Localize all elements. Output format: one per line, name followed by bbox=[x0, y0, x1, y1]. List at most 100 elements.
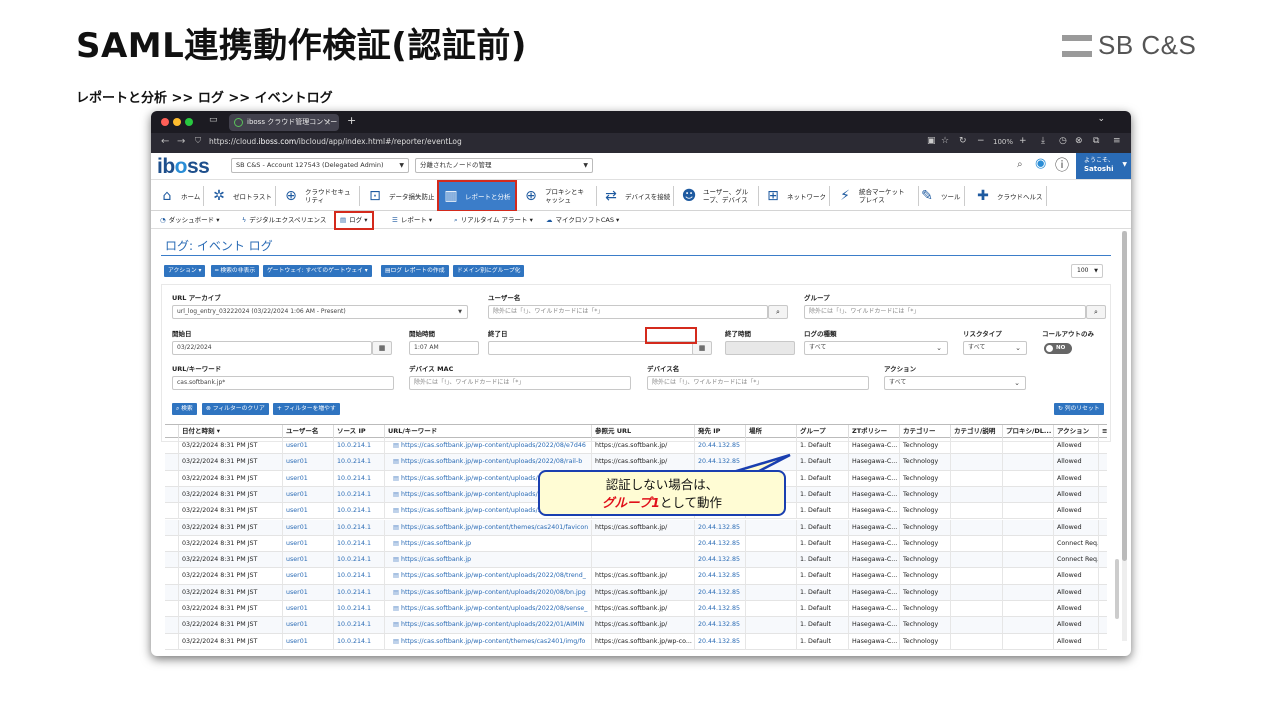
zoom-in-icon[interactable]: + bbox=[1019, 136, 1027, 146]
group-input[interactable]: 除外には「!」、ワイルドカードには「*」 bbox=[804, 305, 1086, 319]
account-select[interactable]: SB C&S - Account 127543 (Delegated Admin… bbox=[231, 158, 409, 173]
cell-user[interactable]: user01 bbox=[283, 535, 334, 552]
node-select[interactable]: 分離されたノードの管理 ▼ bbox=[415, 158, 593, 173]
cell-user[interactable]: user01 bbox=[283, 617, 334, 634]
cell-dst[interactable]: 20.44.132.85 bbox=[695, 438, 746, 454]
cell-ip[interactable]: 10.0.214.1 bbox=[334, 486, 385, 503]
device-mac-input[interactable]: 除外には「!」、ワイルドカードには「*」 bbox=[409, 376, 631, 390]
close-window-icon[interactable] bbox=[161, 118, 169, 126]
col-location[interactable]: 場所 bbox=[746, 425, 797, 439]
table-row[interactable]: 03/22/2024 8:31 PM JST user01 10.0.214.1 ▤ … bbox=[165, 519, 1107, 536]
table-row[interactable]: 03/22/2024 8:31 PM JST user01 10.0.214.1 ▤ … bbox=[165, 454, 1107, 471]
cell-user[interactable]: user01 bbox=[283, 438, 334, 454]
hide-search-button[interactable]: ━ 検索の非表示 bbox=[211, 265, 260, 277]
table-row[interactable]: 03/22/2024 8:31 PM JST user01 10.0.214.1 ▤ … bbox=[165, 617, 1107, 634]
cell-ip[interactable]: 10.0.214.1 bbox=[334, 584, 385, 601]
translate-icon[interactable]: ▣ bbox=[927, 136, 936, 146]
url-keyword-input[interactable]: cas.softbank.jp* bbox=[172, 376, 394, 390]
cell-ip[interactable]: 10.0.214.1 bbox=[334, 470, 385, 487]
cell-user[interactable]: user01 bbox=[283, 601, 334, 617]
cell-url[interactable]: ▤ https://cas.softbank.jp bbox=[385, 535, 592, 552]
cell-dst[interactable]: 20.44.132.85 bbox=[695, 454, 746, 471]
cell-ip[interactable]: 10.0.214.1 bbox=[334, 568, 385, 585]
start-date-calendar-button[interactable]: ▦ bbox=[372, 341, 392, 355]
table-row[interactable]: 03/22/2024 8:31 PM JST user01 10.0.214.1 ▤ … bbox=[165, 601, 1107, 618]
table-row[interactable]: 03/22/2024 8:31 PM JST user01 10.0.214.1 ▤ … bbox=[165, 535, 1107, 553]
iboss-logo[interactable]: iboss bbox=[157, 155, 210, 179]
cell-dst[interactable]: 20.44.132.85 bbox=[695, 601, 746, 617]
cell-dst[interactable]: 20.44.132.85 bbox=[695, 535, 746, 552]
url-archive-select[interactable]: url_log_entry_03222024 (03/22/2024 1:06 … bbox=[172, 305, 468, 319]
user-menu[interactable]: ようこそ、 Satoshi ▼ bbox=[1076, 153, 1131, 179]
download-icon[interactable]: ⤓ bbox=[1041, 136, 1045, 146]
table-row[interactable]: 03/22/2024 8:31 PM JST user01 10.0.214.1 ▤ … bbox=[165, 584, 1107, 601]
url-text[interactable]: https://cas.softbank.jp bbox=[401, 556, 471, 563]
cell-dst[interactable]: 20.44.132.85 bbox=[695, 617, 746, 634]
cell-url[interactable]: ▤ https://cas.softbank.jp/wp-content/the… bbox=[385, 633, 592, 650]
cell-dst[interactable]: 20.44.132.85 bbox=[695, 584, 746, 601]
cell-url[interactable]: ▤ https://cas.softbank.jp/wp-content/upl… bbox=[385, 454, 592, 471]
search-icon[interactable]: ⌕ bbox=[1017, 159, 1023, 170]
page-scrollbar[interactable] bbox=[1122, 231, 1127, 641]
gateway-button[interactable]: ゲートウェイ: すべてのゲートウェイ ▾ bbox=[263, 265, 372, 277]
nav-dlp[interactable]: ⊡ データ損失防止 bbox=[365, 180, 434, 212]
cell-url[interactable]: ▤ https://cas.softbank.jp/wp-content/the… bbox=[385, 519, 592, 536]
cell-user[interactable]: user01 bbox=[283, 584, 334, 601]
url-text[interactable]: https://cas.softbank.jp/wp-content/uploa… bbox=[401, 605, 587, 612]
actions-button[interactable]: アクション ▾ bbox=[164, 265, 206, 277]
zoom-level[interactable]: 100% bbox=[993, 138, 1013, 146]
nav-reports[interactable]: ▥ レポートと分析 bbox=[437, 180, 517, 212]
search-button[interactable]: ⌕ 検索 bbox=[172, 403, 197, 415]
more-filters-button[interactable]: + フィルターを増やす bbox=[273, 403, 340, 415]
cell-ip[interactable]: 10.0.214.1 bbox=[334, 601, 385, 617]
column-menu-icon[interactable]: ≡ bbox=[1099, 425, 1107, 439]
device-name-input[interactable]: 除外には「!」、ワイルドカードには「*」 bbox=[647, 376, 869, 390]
tab-overflow-icon[interactable]: ⌄ bbox=[1097, 114, 1105, 124]
cell-ip[interactable]: 10.0.214.1 bbox=[334, 438, 385, 454]
cell-url[interactable]: ▤ https://cas.softbank.jp/wp-content/upl… bbox=[385, 584, 592, 601]
cell-url[interactable]: ▤ https://cas.softbank.jp/wp-content/upl… bbox=[385, 617, 592, 634]
cell-user[interactable]: user01 bbox=[283, 503, 334, 520]
new-tab-icon[interactable]: + bbox=[347, 114, 356, 127]
nav-home[interactable]: ⌂ ホーム bbox=[157, 180, 205, 212]
reset-columns-button[interactable]: ↻ 列のリセット bbox=[1054, 403, 1104, 415]
nav-users-groups[interactable]: ☻ ユーザー、グループ、デバイス bbox=[679, 180, 759, 212]
group-by-domain-button[interactable]: ドメイン別にグループ化 bbox=[453, 265, 525, 277]
cell-user[interactable]: user01 bbox=[283, 568, 334, 585]
cell-user[interactable]: user01 bbox=[283, 470, 334, 487]
menu-icon[interactable]: ≡ bbox=[1113, 136, 1121, 146]
col-category[interactable]: カテゴリー bbox=[900, 425, 951, 439]
cell-ip[interactable]: 10.0.214.1 bbox=[334, 454, 385, 471]
col-dest-ip[interactable]: 発先 IP bbox=[695, 425, 746, 439]
cell-url[interactable]: ▤ https://cas.softbank.jp bbox=[385, 552, 592, 569]
table-scrollbar[interactable] bbox=[1115, 559, 1119, 619]
cell-dst[interactable]: 20.44.132.85 bbox=[695, 552, 746, 569]
nav-zero-trust[interactable]: ✲ ゼロトラスト bbox=[209, 180, 276, 212]
help-icon[interactable]: ⓘ bbox=[1055, 155, 1069, 175]
nav-marketplace[interactable]: ⚡ 統合マーケットプレイス bbox=[835, 180, 919, 212]
minimize-window-icon[interactable] bbox=[173, 118, 181, 126]
user-input[interactable]: 除外には「!」、ワイルドカードには「*」 bbox=[488, 305, 768, 319]
table-row[interactable]: 03/22/2024 8:31 PM JST user01 10.0.214.1 ▤ … bbox=[165, 552, 1107, 569]
subnav-digital-experience[interactable]: ϟ デジタルエクスペリエンス bbox=[239, 214, 329, 227]
reload-icon[interactable]: ↻ bbox=[959, 136, 967, 146]
risk-type-select[interactable]: すべて ⌄ bbox=[963, 341, 1027, 355]
url-text[interactable]: https://cas.softbank.jp/wp-content/uploa… bbox=[401, 621, 584, 628]
cell-user[interactable]: user01 bbox=[283, 633, 334, 650]
page-size-select[interactable]: 100 ▼ bbox=[1071, 264, 1103, 278]
table-row[interactable]: 03/22/2024 8:31 PM JST user01 10.0.214.1 ▤ … bbox=[165, 438, 1107, 455]
cell-ip[interactable]: 10.0.214.1 bbox=[334, 503, 385, 520]
callout-only-toggle[interactable]: NO bbox=[1044, 343, 1072, 354]
cell-url[interactable]: ▤ https://cas.softbank.jp/wp-content/upl… bbox=[385, 568, 592, 585]
subnav-log[interactable]: ▤ ログ ▾ bbox=[334, 211, 374, 230]
url-text[interactable]: https://cas.softbank.jp/wp-content/uploa… bbox=[401, 442, 586, 449]
url-text[interactable]: https://cas.softbank.jp/wp-content/theme… bbox=[401, 524, 588, 531]
cell-url[interactable]: ▤ https://cas.softbank.jp/wp-content/upl… bbox=[385, 438, 592, 454]
col-referrer[interactable]: 参照元 URL bbox=[592, 425, 695, 439]
col-user[interactable]: ユーザー名 bbox=[283, 425, 334, 439]
col-url[interactable]: URL/キーワード bbox=[385, 425, 592, 439]
forward-icon[interactable]: → bbox=[177, 136, 185, 147]
cell-ip[interactable]: 10.0.214.1 bbox=[334, 552, 385, 569]
cell-ip[interactable]: 10.0.214.1 bbox=[334, 617, 385, 634]
url-text[interactable]: https://cas.softbank.jp/wp-content/uploa… bbox=[401, 572, 586, 579]
